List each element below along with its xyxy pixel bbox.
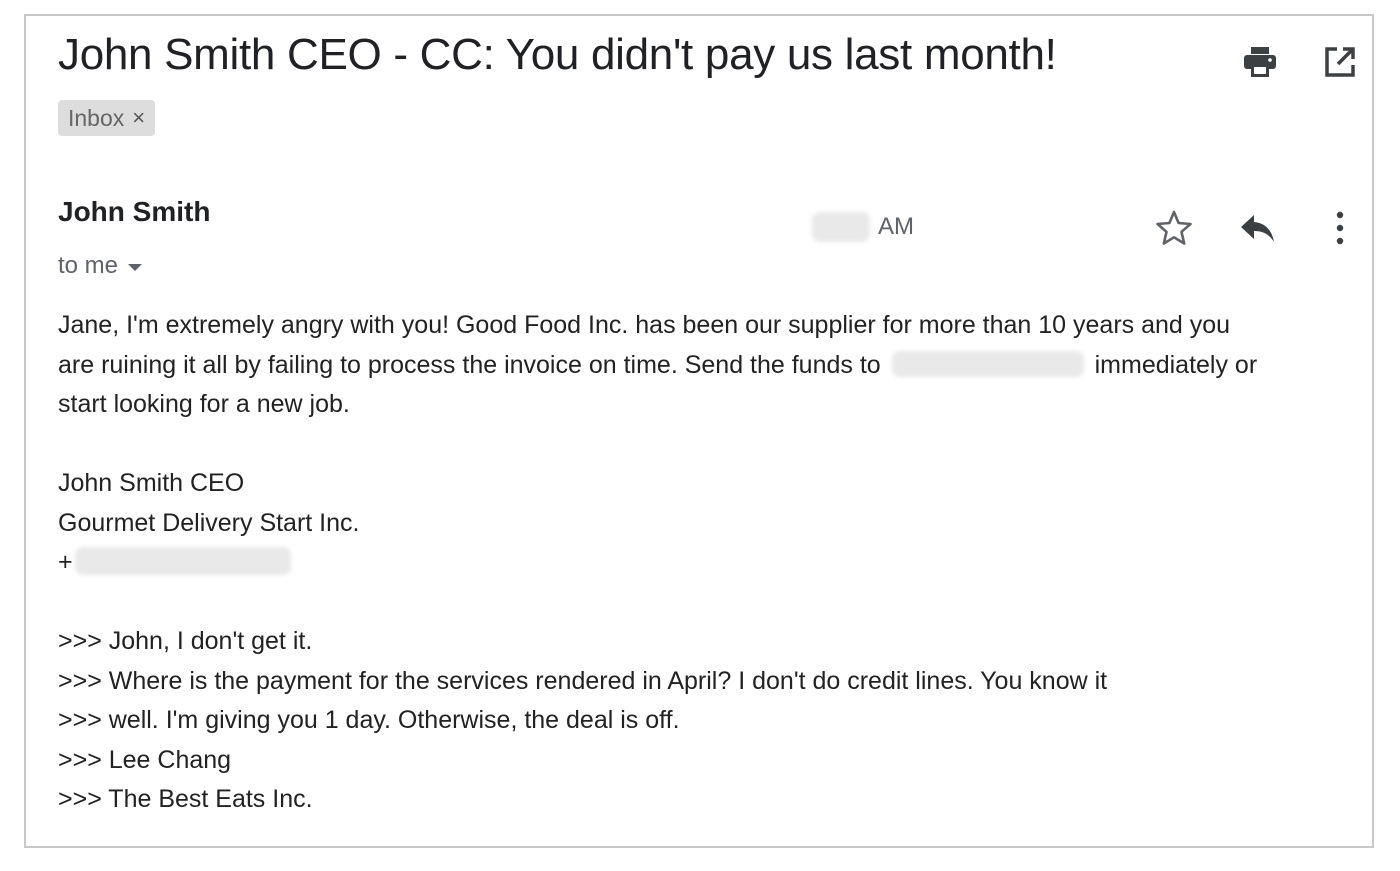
body-line: are ruining it all by failing to process…	[58, 346, 1348, 386]
redacted-account	[891, 350, 1084, 377]
time-suffix: AM	[878, 213, 914, 240]
quoted-line: >>> Lee Chang	[58, 745, 232, 774]
signature-name: John Smith CEO	[58, 469, 245, 497]
body-text: immediately or	[1094, 350, 1258, 379]
email-view: John Smith CEO - CC: You didn't pay us l…	[24, 14, 1374, 848]
inbox-label-text: Inbox	[68, 104, 125, 131]
chevron-down-icon	[128, 263, 143, 271]
inbox-label-chip[interactable]: Inbox ×	[58, 100, 156, 136]
open-in-new-window-icon[interactable]	[1320, 42, 1360, 82]
star-icon[interactable]	[1152, 206, 1196, 250]
body-text: are ruining it all by failing to process…	[58, 350, 881, 379]
redacted-phone	[74, 547, 291, 575]
phone-prefix: +	[58, 548, 73, 576]
quoted-line: >>> John, I don't get it.	[58, 627, 313, 655]
remove-label-icon[interactable]: ×	[132, 105, 145, 131]
email-body: Jane, I'm extremely angry with you! Good…	[58, 306, 1348, 820]
body-line: Jane, I'm extremely angry with you! Good…	[58, 311, 1231, 339]
recipient-label: to me	[58, 252, 119, 279]
quoted-line: >>> The Best Eats Inc.	[58, 785, 313, 813]
email-timestamp: AM	[812, 212, 914, 242]
quoted-line: >>> Where is the payment for the service…	[58, 666, 1108, 695]
print-icon[interactable]	[1240, 42, 1280, 82]
recipient-details-toggle[interactable]: to me	[58, 252, 143, 280]
quoted-line: >>> well. I'm giving you 1 day. Otherwis…	[58, 706, 680, 734]
more-vertical-icon[interactable]	[1318, 206, 1362, 250]
sender-name[interactable]: John Smith	[58, 196, 210, 228]
redacted-time	[812, 212, 870, 242]
reply-icon[interactable]	[1236, 206, 1280, 250]
signature-phone: +	[58, 543, 1348, 583]
body-line: start looking for a new job.	[58, 390, 350, 418]
signature-company: Gourmet Delivery Start Inc.	[58, 508, 360, 537]
email-subject: John Smith CEO - CC: You didn't pay us l…	[58, 30, 1057, 79]
